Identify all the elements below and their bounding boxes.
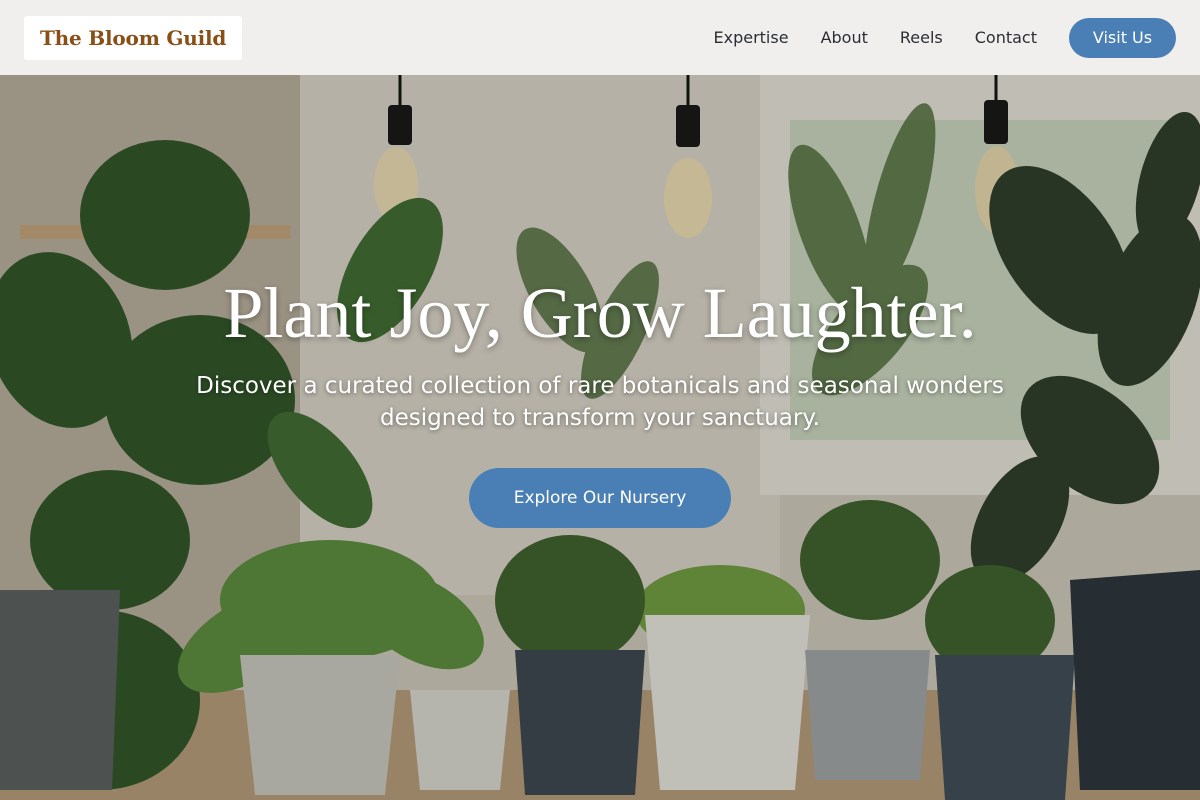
visit-us-button[interactable]: Visit Us xyxy=(1069,17,1176,58)
main-nav: Expertise About Reels Contact Visit Us xyxy=(682,17,1176,58)
hero-title: Plant Joy, Grow Laughter. xyxy=(223,273,977,353)
explore-nursery-button[interactable]: Explore Our Nursery xyxy=(469,468,731,528)
hero-subtitle: Discover a curated collection of rare bo… xyxy=(196,373,1004,431)
nav-link-about[interactable]: About xyxy=(821,28,868,47)
nav-link-contact[interactable]: Contact xyxy=(975,28,1037,47)
nav-link-reels[interactable]: Reels xyxy=(900,28,943,47)
brand-logo[interactable]: The Bloom Guild xyxy=(24,15,243,60)
hero-section: Plant Joy, Grow Laughter. Discover a cur… xyxy=(0,270,1200,528)
nav-link-expertise[interactable]: Expertise xyxy=(714,28,789,47)
top-navbar: The Bloom Guild Expertise About Reels Co… xyxy=(0,0,1200,75)
